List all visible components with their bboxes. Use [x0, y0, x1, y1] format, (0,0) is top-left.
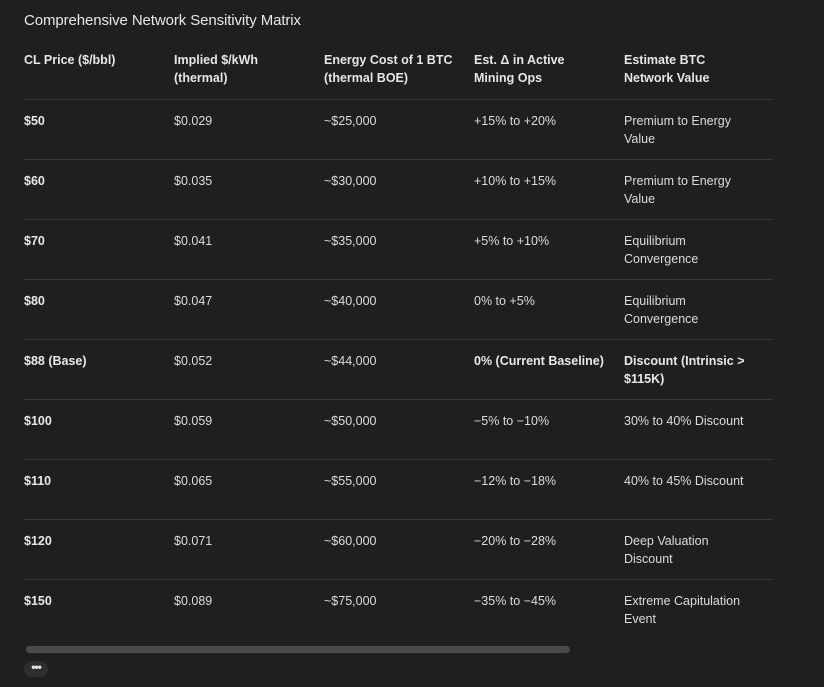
table-cell: $0.029: [174, 99, 324, 159]
table-cell: $70: [24, 219, 174, 279]
table-row: $88 (Base) $0.052 ~$44,000 0% (Current Base…: [24, 339, 773, 399]
response-panel: Comprehensive Network Sensitivity Matrix…: [0, 0, 824, 687]
table-cell: −12% to −18%: [474, 459, 624, 519]
table-row: $60 $0.035 ~$30,000 +10% to +15% Premium to …: [24, 159, 773, 219]
table-cell: Extreme Capitulation Event: [624, 579, 773, 638]
table-cell: ~$25,000: [324, 99, 474, 159]
table-cell: $0.065: [174, 459, 324, 519]
table-cell: 0% (Current Baseline): [474, 339, 624, 399]
column-header-mining-ops: Est. Δ in Active Mining Ops: [474, 53, 565, 85]
table-cell: ~$40,000: [324, 279, 474, 339]
table-cell: $100: [24, 399, 174, 459]
table-row: $120 $0.071 ~$60,000 −20% to −28% Deep Valua…: [24, 519, 773, 579]
more-options-button[interactable]: •••: [24, 660, 48, 677]
table-cell: $0.059: [174, 399, 324, 459]
table-cell: $60: [24, 159, 174, 219]
table-cell: $150: [24, 579, 174, 638]
table-row: $110 $0.065 ~$55,000 −12% to −18% 40% to 45%…: [24, 459, 773, 519]
table-cell: ~$60,000: [324, 519, 474, 579]
table-cell: $80: [24, 279, 174, 339]
table-row: $150 $0.089 ~$75,000 −35% to −45% Extreme Ca…: [24, 579, 773, 638]
table-cell: −20% to −28%: [474, 519, 624, 579]
sensitivity-matrix-table: CL Price ($/bbl) Implied $/kWh (thermal)…: [24, 38, 773, 638]
column-header-energy-cost: Energy Cost of 1 BTC (thermal BOE): [324, 53, 453, 85]
table-cell: −5% to −10%: [474, 399, 624, 459]
column-header-implied-kwh: Implied $/kWh (thermal): [174, 53, 259, 85]
column-header-network-value: Estimate BTC Network Value: [624, 53, 710, 85]
table-cell: −35% to −45%: [474, 579, 624, 638]
table-cell: +10% to +15%: [474, 159, 624, 219]
table-cell: Equilibrium Convergence: [624, 279, 773, 339]
table-cell: 0% to +5%: [474, 279, 624, 339]
table-cell: Premium to Energy Value: [624, 159, 773, 219]
table-cell: 30% to 40% Discount: [624, 399, 773, 459]
table-row: $50 $0.029 ~$25,000 +15% to +20% Premium to …: [24, 99, 773, 159]
table-cell: 40% to 45% Discount: [624, 459, 773, 519]
table-cell: ~$44,000: [324, 339, 474, 399]
table-cell: ~$55,000: [324, 459, 474, 519]
table-cell: $0.089: [174, 579, 324, 638]
table-cell: Deep Valuation Discount: [624, 519, 773, 579]
table-scroll-container[interactable]: CL Price ($/bbl) Implied $/kWh (thermal)…: [24, 38, 773, 638]
table-cell: $0.071: [174, 519, 324, 579]
table-title: Comprehensive Network Sensitivity Matrix: [24, 12, 301, 29]
table-cell: +15% to +20%: [474, 99, 624, 159]
table-cell: $120: [24, 519, 174, 579]
table-cell: $88 (Base): [24, 339, 174, 399]
table-cell: Premium to Energy Value: [624, 99, 773, 159]
table-row: $70 $0.041 ~$35,000 +5% to +10% Equilibrium …: [24, 219, 773, 279]
table-cell: ~$35,000: [324, 219, 474, 279]
table-row: $80 $0.047 ~$40,000 0% to +5% Equilibrium Co…: [24, 279, 773, 339]
horizontal-scrollbar[interactable]: [26, 646, 570, 653]
table-cell: Discount (Intrinsic > $115K): [624, 339, 773, 399]
table-cell: $110: [24, 459, 174, 519]
column-header-cl-price: CL Price ($/bbl): [24, 53, 116, 67]
table-cell: $0.052: [174, 339, 324, 399]
table-cell: ~$75,000: [324, 579, 474, 638]
table-cell: Equilibrium Convergence: [624, 219, 773, 279]
table-row: $100 $0.059 ~$50,000 −5% to −10% 30% to 40% …: [24, 399, 773, 459]
table-cell: ~$50,000: [324, 399, 474, 459]
table-header-row: CL Price ($/bbl) Implied $/kWh (thermal)…: [24, 38, 773, 99]
table-cell: $0.047: [174, 279, 324, 339]
table-cell: $0.041: [174, 219, 324, 279]
table-cell: $50: [24, 99, 174, 159]
table-cell: $0.035: [174, 159, 324, 219]
table-cell: +5% to +10%: [474, 219, 624, 279]
table-cell: ~$30,000: [324, 159, 474, 219]
